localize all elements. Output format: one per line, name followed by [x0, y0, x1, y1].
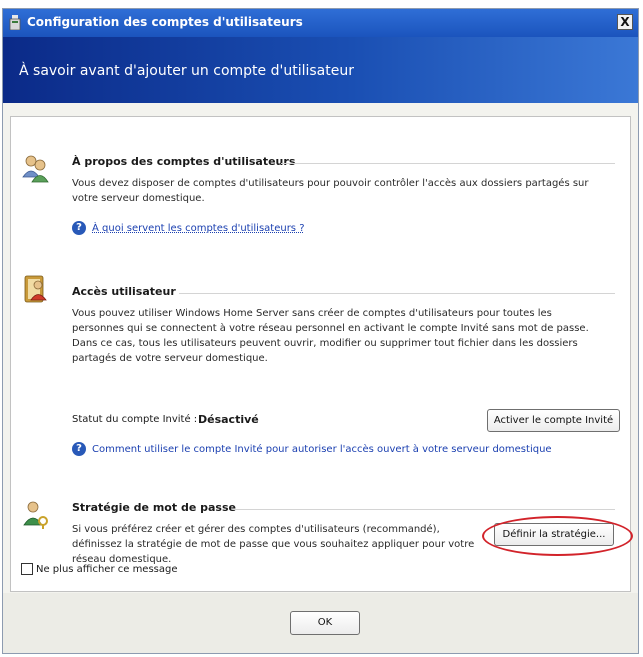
section-text-about: Vous devez disposer de comptes d'utilisa…	[72, 178, 589, 204]
title-bar[interactable]: Configuration des comptes d'utilisateurs…	[3, 9, 638, 37]
guest-status-value: Désactivé	[198, 413, 259, 426]
dont-show-again-row[interactable]: Ne plus afficher ce message	[21, 563, 178, 575]
section-title-about: À propos des comptes d'utilisateurs	[72, 155, 296, 168]
page-heading: À savoir avant d'ajouter un compte d'uti…	[19, 63, 354, 79]
guest-status-label: Statut du compte Invité :	[72, 414, 198, 425]
dialog-footer: OK	[3, 593, 638, 653]
dont-show-again-checkbox[interactable]	[21, 563, 33, 575]
section-text-access: Vous pouvez utiliser Windows Home Server…	[72, 308, 589, 364]
section-title-access: Accès utilisateur	[72, 285, 176, 298]
help-link-guest[interactable]: Comment utiliser le compte Invité pour a…	[92, 444, 552, 455]
dialog-window: Configuration des comptes d'utilisateurs…	[2, 8, 639, 654]
activate-guest-button[interactable]: Activer le compte Invité	[487, 409, 620, 432]
section-divider	[281, 163, 615, 164]
users-icon	[22, 155, 49, 183]
section-divider	[179, 293, 615, 294]
app-icon	[9, 15, 21, 30]
user-access-icon	[24, 275, 47, 303]
help-link-guest-row[interactable]: ? Comment utiliser le compte Invité pour…	[72, 442, 552, 456]
section-divider	[233, 509, 615, 510]
define-policy-button[interactable]: Définir la stratégie...	[494, 523, 614, 546]
help-link-about[interactable]: À quoi servent les comptes d'utilisateur…	[92, 223, 305, 234]
ok-button-label: OK	[317, 617, 333, 628]
window-title: Configuration des comptes d'utilisateurs	[27, 15, 303, 29]
section-text-password: Si vous préférez créer et gérer des comp…	[72, 524, 475, 565]
help-icon: ?	[72, 442, 86, 456]
help-link-about-row[interactable]: ? À quoi servent les comptes d'utilisate…	[72, 221, 305, 235]
content-panel: À propos des comptes d'utilisateurs Vous…	[10, 116, 633, 592]
header-banner: À savoir avant d'ajouter un compte d'uti…	[3, 37, 638, 103]
activate-guest-button-label: Activer le compte Invité	[493, 415, 614, 426]
close-button[interactable]: X	[617, 14, 633, 30]
dont-show-again-label: Ne plus afficher ce message	[36, 563, 178, 575]
help-icon: ?	[72, 221, 86, 235]
section-title-password: Stratégie de mot de passe	[72, 501, 236, 514]
password-policy-icon	[23, 501, 48, 529]
ok-button[interactable]: OK	[290, 611, 360, 635]
define-policy-button-label: Définir la stratégie...	[502, 529, 606, 540]
